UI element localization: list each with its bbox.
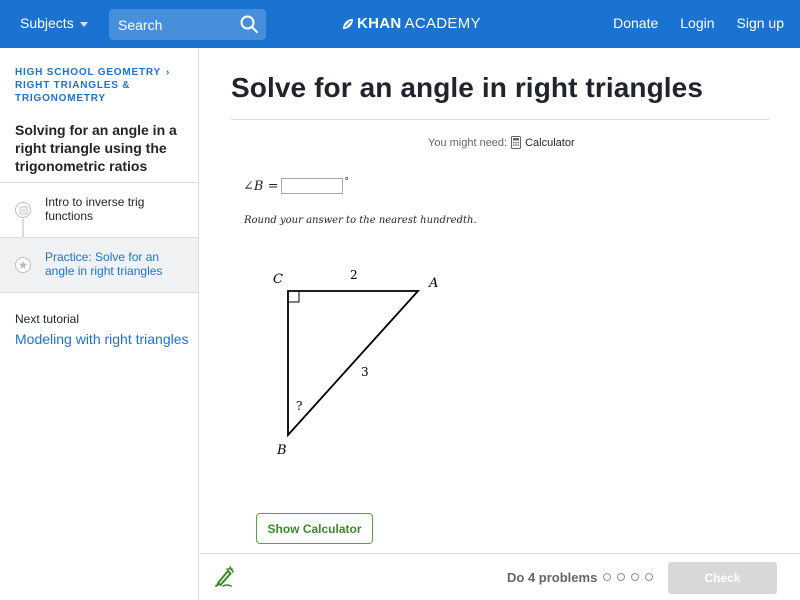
breadcrumb-item[interactable]: HIGH SCHOOL GEOMETRY › <box>15 66 183 79</box>
star-icon <box>15 257 31 273</box>
triangle-shape <box>287 290 421 438</box>
caret-down-icon <box>79 21 88 27</box>
progress-dot <box>631 573 639 581</box>
progress-dot <box>603 573 611 581</box>
angle-b-label: ∠B = <box>243 178 279 194</box>
progress-dot <box>645 573 653 581</box>
show-calculator-button[interactable]: Show Calculator <box>256 513 373 544</box>
right-triangle-diagram: C A B 2 3 ? <box>273 268 438 458</box>
scratchpad-pencil-icon[interactable] <box>213 566 235 588</box>
sidebar-item-label: Practice: Solve for an angle in right tr… <box>45 250 163 278</box>
breadcrumb: HIGH SCHOOL GEOMETRY › RIGHT TRIANGLES & … <box>0 48 198 105</box>
nav-right-links: Donate Login Sign up <box>613 15 784 31</box>
problem-count-label: Do 4 problems <box>507 570 598 585</box>
angle-b-unknown-label: ? <box>296 399 302 413</box>
might-need-label: You might need: <box>428 136 508 149</box>
sidebar-item-intro-inverse-trig[interactable]: Intro to inverse trig functions <box>0 183 198 237</box>
login-link[interactable]: Login <box>680 15 714 31</box>
divider <box>231 119 769 120</box>
tutorial-title: Solving for an angle in a right triangle… <box>15 122 177 174</box>
next-tutorial: Next tutorial Modeling with right triang… <box>15 310 189 347</box>
tools-needed: You might need: Calculator <box>428 136 575 149</box>
sidebar: HIGH SCHOOL GEOMETRY › RIGHT TRIANGLES & … <box>0 48 199 600</box>
side-ab-label: 3 <box>361 365 369 379</box>
chevron-right-icon: › <box>166 67 171 78</box>
calculator-link[interactable]: Calculator <box>511 136 575 149</box>
search-icon[interactable] <box>240 15 258 33</box>
next-tutorial-link[interactable]: Modeling with right triangles <box>15 331 189 347</box>
next-tutorial-label: Next tutorial <box>15 312 80 326</box>
progress-dot <box>617 573 625 581</box>
progress-dots <box>603 573 653 581</box>
check-button[interactable]: Check <box>668 562 777 594</box>
divider <box>0 292 198 293</box>
right-angle-marker <box>287 290 300 303</box>
answer-row: ∠B = ° <box>243 177 349 194</box>
leaf-icon <box>343 18 353 29</box>
calculator-link-label: Calculator <box>525 136 575 149</box>
vertex-c-label: C <box>273 272 283 287</box>
breadcrumb-item[interactable]: RIGHT TRIANGLES & TRIGONOMETRY <box>15 79 183 105</box>
sidebar-item-practice-solve-angle[interactable]: Practice: Solve for an angle in right tr… <box>0 238 198 292</box>
degree-symbol: ° <box>344 177 349 187</box>
top-nav-bar: Subjects KHANACADEMY Donate Login Sign u… <box>0 0 800 48</box>
subjects-menu[interactable]: Subjects <box>20 15 88 31</box>
logo-academy-text: ACADEMY <box>404 15 481 32</box>
search-box <box>109 9 266 40</box>
sidebar-item-label: Intro to inverse trig functions <box>45 195 145 223</box>
calculator-icon <box>511 136 522 149</box>
vertex-b-label: B <box>276 443 287 458</box>
subjects-label: Subjects <box>20 15 74 31</box>
answer-input[interactable] <box>281 178 344 194</box>
vertex-a-label: A <box>428 276 438 291</box>
logo-khan-text: KHAN <box>357 15 402 32</box>
page-title: Solve for an angle in right triangles <box>231 72 704 103</box>
exercise-footer: Do 4 problems Check <box>200 553 800 600</box>
khan-academy-logo[interactable]: KHAN ACADEMY <box>342 15 481 32</box>
side-ca-label: 2 <box>350 268 358 282</box>
exercise-area: Solve for an angle in right triangles Yo… <box>200 48 800 553</box>
donate-link[interactable]: Donate <box>613 15 658 31</box>
search-input[interactable] <box>109 16 229 33</box>
rounding-instruction: Round your answer to the nearest hundred… <box>244 215 477 226</box>
video-icon <box>15 202 31 218</box>
signup-link[interactable]: Sign up <box>737 15 784 31</box>
